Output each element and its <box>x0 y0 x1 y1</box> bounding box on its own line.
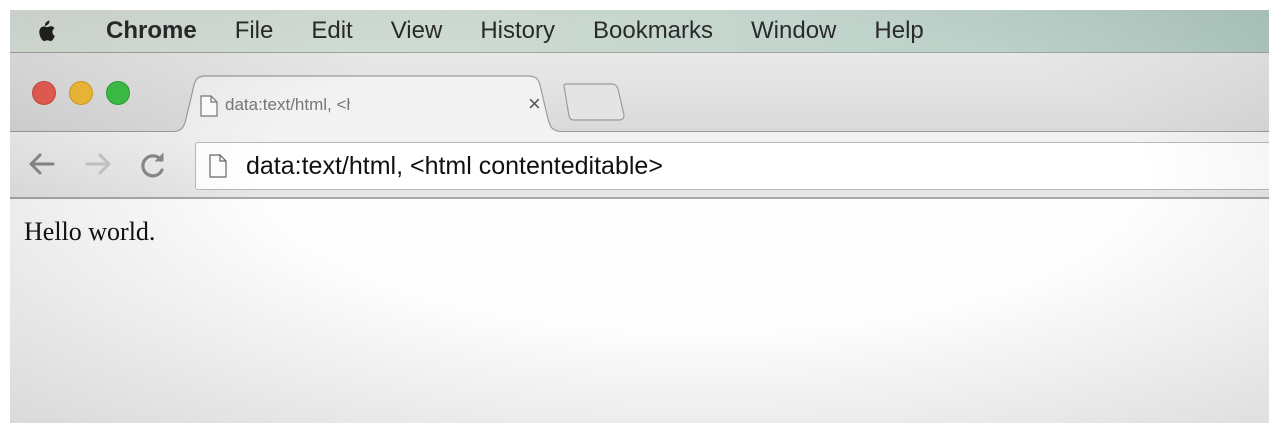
tab-active[interactable]: data:text/html, <html contenteditable> × <box>170 75 567 133</box>
menu-window[interactable]: Window <box>732 10 855 52</box>
arrow-right-icon[interactable] <box>84 150 114 178</box>
menu-chrome[interactable]: Chrome <box>80 10 216 52</box>
browser-toolbar: data:text/html, <html contenteditable> <box>10 132 1269 199</box>
menu-bookmarks[interactable]: Bookmarks <box>574 10 732 52</box>
arrow-left-icon[interactable] <box>26 150 56 178</box>
window-controls <box>32 81 130 105</box>
menu-view[interactable]: View <box>372 10 462 52</box>
reload-icon[interactable] <box>138 150 168 180</box>
new-tab-button[interactable] <box>562 83 626 123</box>
page-text[interactable]: Hello world. <box>24 217 155 247</box>
menu-history[interactable]: History <box>461 10 574 52</box>
page-content[interactable]: Hello world. <box>10 199 1269 423</box>
menu-file[interactable]: File <box>216 10 293 52</box>
zoom-window-button[interactable] <box>106 81 130 105</box>
page-icon <box>209 154 227 178</box>
apple-logo-icon[interactable] <box>10 18 80 44</box>
address-bar-text[interactable]: data:text/html, <html contenteditable> <box>246 152 663 181</box>
tab-title: data:text/html, <html contenteditable> <box>225 95 350 114</box>
menu-help[interactable]: Help <box>855 10 942 52</box>
tab-strip: data:text/html, <html contenteditable> × <box>10 53 1269 133</box>
screenshot-frame: Chrome File Edit View History Bookmarks … <box>10 10 1269 423</box>
address-bar[interactable]: data:text/html, <html contenteditable> <box>195 142 1269 190</box>
close-window-button[interactable] <box>32 81 56 105</box>
minimize-window-button[interactable] <box>69 81 93 105</box>
menu-edit[interactable]: Edit <box>292 10 371 52</box>
page-icon <box>200 95 218 117</box>
menu-bar: Chrome File Edit View History Bookmarks … <box>10 10 1269 53</box>
close-tab-icon[interactable]: × <box>528 90 541 118</box>
